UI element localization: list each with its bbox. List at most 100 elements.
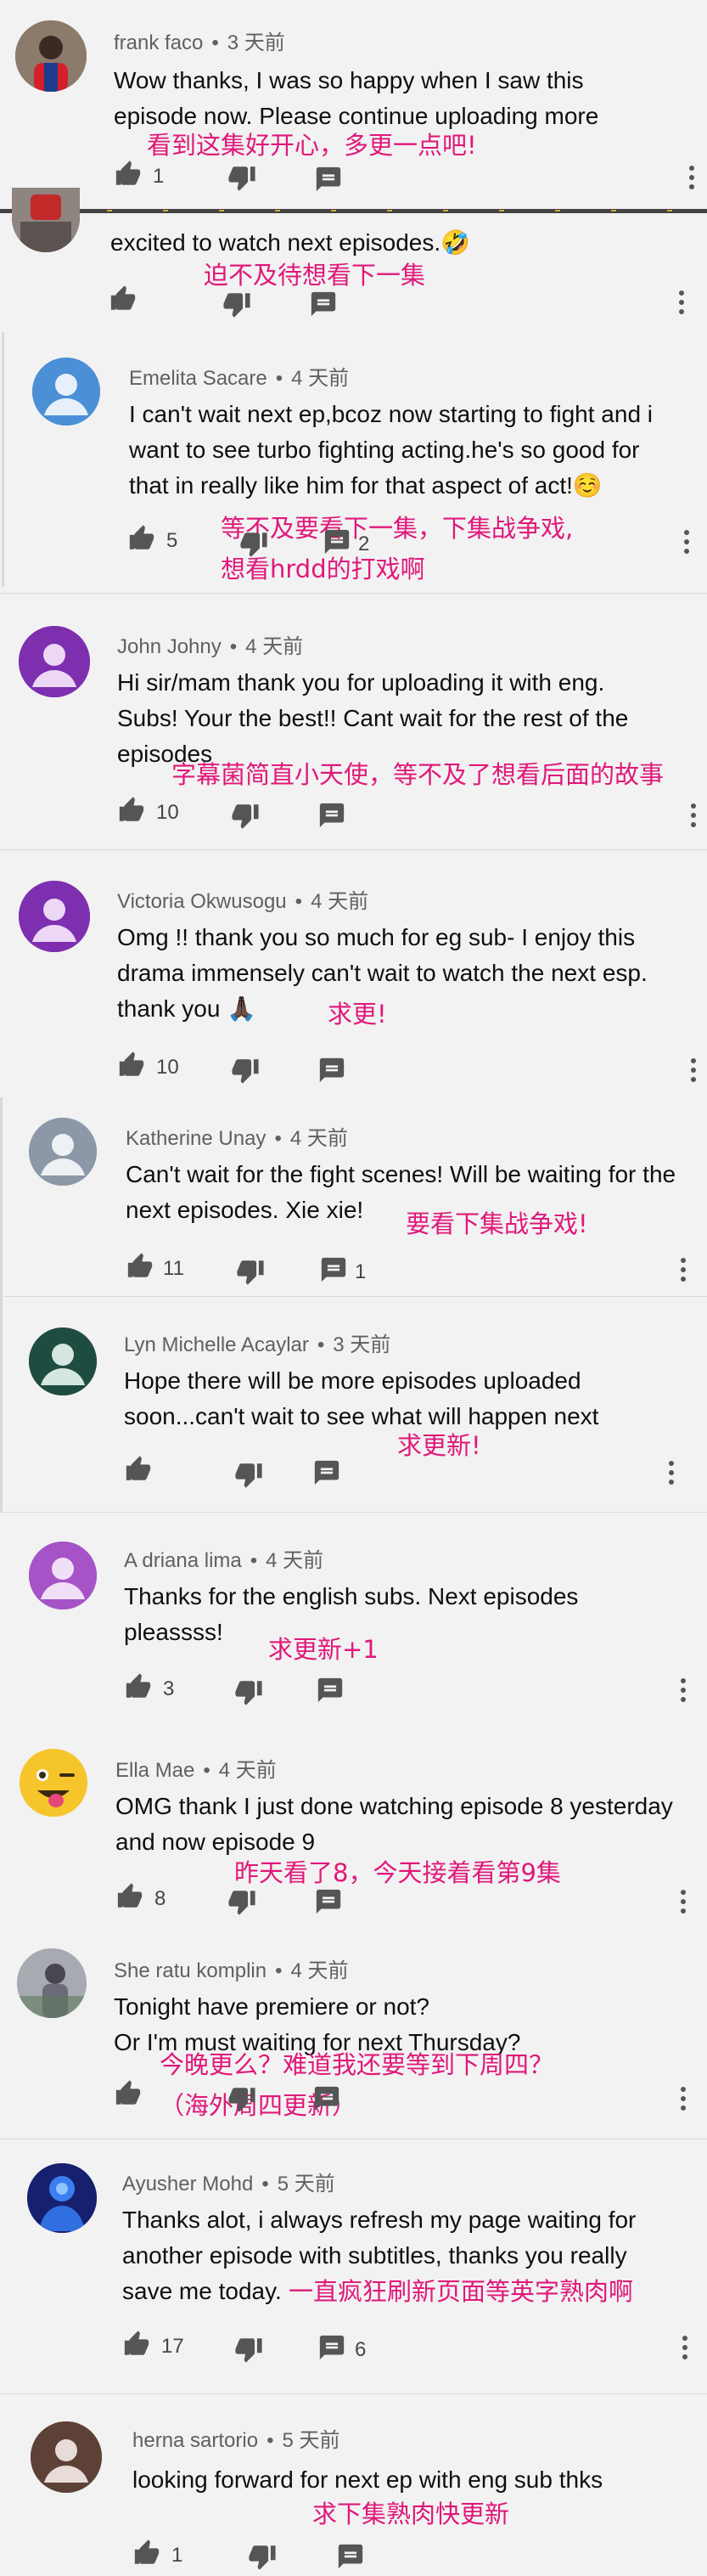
dislike-button[interactable]: [222, 290, 256, 324]
dislike-button[interactable]: [227, 1887, 261, 1921]
dislike-button[interactable]: [234, 1677, 268, 1711]
more-options-button[interactable]: [679, 2084, 687, 2113]
more-options-button[interactable]: [681, 2333, 689, 2362]
reply-button[interactable]: [316, 1676, 350, 1710]
more-options-button[interactable]: [667, 1458, 676, 1487]
comment-text: Hope there will be more episodes uploade…: [124, 1367, 599, 1429]
more-options-button[interactable]: [679, 1676, 687, 1705]
dislike-button[interactable]: [227, 163, 261, 197]
default-avatar-icon: [29, 1542, 97, 1609]
comment-meta: Emelita Sacare • 4 天前: [129, 367, 350, 390]
comment-text: Wow thanks, I was so happy when I saw th…: [114, 67, 599, 129]
more-options-button[interactable]: [682, 527, 691, 556]
dislike-button[interactable]: [227, 2084, 261, 2118]
dislike-icon: [227, 163, 256, 192]
author-name[interactable]: herna sartorio: [132, 2429, 258, 2452]
reply-button[interactable]: [312, 1458, 346, 1492]
like-button[interactable]: 1: [132, 2539, 200, 2573]
dislike-button[interactable]: [239, 529, 273, 563]
reply-button[interactable]: [314, 1887, 348, 1921]
timestamp[interactable]: 5 天前: [278, 2173, 335, 2196]
like-button[interactable]: 10: [117, 796, 185, 830]
reply-button[interactable]: [317, 1056, 351, 1090]
author-name[interactable]: A driana lima: [124, 1549, 242, 1572]
comment-meta: A driana lima • 4 天前: [124, 1549, 324, 1572]
dislike-icon: [227, 1887, 256, 1916]
more-options-button[interactable]: [677, 288, 686, 317]
dislike-icon: [231, 801, 260, 830]
dislike-button[interactable]: [236, 1257, 270, 1291]
like-icon: [117, 796, 146, 825]
avatar[interactable]: [17, 1948, 87, 2018]
timestamp[interactable]: 4 天前: [266, 1549, 323, 1572]
avatar[interactable]: [29, 1542, 97, 1609]
like-button[interactable]: [109, 285, 160, 318]
like-button[interactable]: 1: [114, 160, 182, 194]
avatar[interactable]: [27, 2163, 97, 2233]
dislike-button[interactable]: [231, 801, 265, 835]
comment-meta: John Johny • 4 天前: [117, 635, 304, 658]
avatar[interactable]: [19, 881, 90, 952]
reply-button[interactable]: [309, 290, 343, 324]
reply-button[interactable]: 1: [319, 1255, 379, 1289]
like-icon: [126, 1252, 154, 1281]
author-name[interactable]: Emelita Sacare: [129, 367, 267, 390]
timestamp[interactable]: 3 天前: [227, 31, 285, 54]
like-icon: [109, 285, 137, 313]
like-button[interactable]: [124, 1455, 175, 1489]
like-button[interactable]: 11: [126, 1252, 194, 1286]
author-name[interactable]: Victoria Okwusogu: [117, 890, 287, 913]
avatar-photo-icon: [17, 1948, 87, 2018]
dislike-button[interactable]: [234, 2335, 268, 2369]
timestamp[interactable]: 5 天前: [282, 2429, 339, 2452]
more-options-button[interactable]: [679, 1887, 687, 1916]
more-options-button[interactable]: [679, 1255, 687, 1284]
reply-icon: [309, 290, 338, 318]
like-button[interactable]: 10: [117, 1051, 185, 1085]
timestamp[interactable]: 4 天前: [291, 367, 349, 390]
more-options-button[interactable]: [689, 801, 698, 830]
reply-button[interactable]: 6: [317, 2333, 377, 2367]
author-name[interactable]: Lyn Michelle Acaylar: [124, 1333, 309, 1356]
comment-item: A driana lima • 4 天前 Thanks for the englis…: [0, 1513, 707, 1716]
author-name[interactable]: Ayusher Mohd: [122, 2173, 253, 2196]
translation-annotation: 今晚更么？难道我还要等到下周四？: [160, 2050, 554, 2079]
reply-button[interactable]: [314, 165, 348, 199]
reply-button[interactable]: [317, 801, 351, 835]
like-button[interactable]: 3: [124, 1672, 192, 1706]
author-name[interactable]: She ratu komplin: [114, 1959, 267, 1982]
like-button[interactable]: 17: [122, 2330, 190, 2364]
avatar[interactable]: [29, 1327, 97, 1395]
dislike-button[interactable]: [231, 1056, 265, 1090]
avatar[interactable]: [32, 358, 100, 426]
like-icon: [114, 160, 143, 189]
timestamp[interactable]: 4 天前: [290, 1127, 348, 1150]
avatar[interactable]: [31, 2421, 102, 2493]
timestamp[interactable]: 3 天前: [333, 1333, 390, 1356]
reply-button[interactable]: [312, 2084, 346, 2118]
like-button[interactable]: 5: [127, 524, 195, 558]
avatar[interactable]: [15, 20, 87, 92]
dislike-button[interactable]: [248, 2542, 282, 2576]
reply-button[interactable]: [336, 2542, 370, 2576]
avatar[interactable]: [29, 1118, 97, 1186]
author-name[interactable]: Katherine Unay: [126, 1127, 266, 1150]
avatar[interactable]: [19, 626, 90, 697]
like-button[interactable]: 8: [115, 1882, 183, 1916]
timestamp[interactable]: 4 天前: [219, 1759, 277, 1782]
avatar[interactable]: [17, 1746, 90, 1819]
timestamp[interactable]: 4 天前: [291, 1959, 349, 1982]
reply-button[interactable]: 2: [323, 527, 382, 561]
like-button[interactable]: [114, 2079, 165, 2113]
more-options-button[interactable]: [687, 163, 696, 192]
more-options-button[interactable]: [689, 1056, 698, 1085]
comment-meta: Ella Mae • 4 天前: [115, 1759, 277, 1782]
avatar[interactable]: [12, 188, 80, 252]
author-name[interactable]: John Johny: [117, 635, 222, 658]
timestamp[interactable]: 4 天前: [245, 635, 303, 658]
dislike-button[interactable]: [234, 1460, 268, 1494]
author-name[interactable]: Ella Mae: [115, 1759, 194, 1782]
timestamp[interactable]: 4 天前: [311, 890, 368, 913]
author-name[interactable]: frank faco: [114, 31, 203, 54]
dislike-icon: [236, 1257, 265, 1286]
